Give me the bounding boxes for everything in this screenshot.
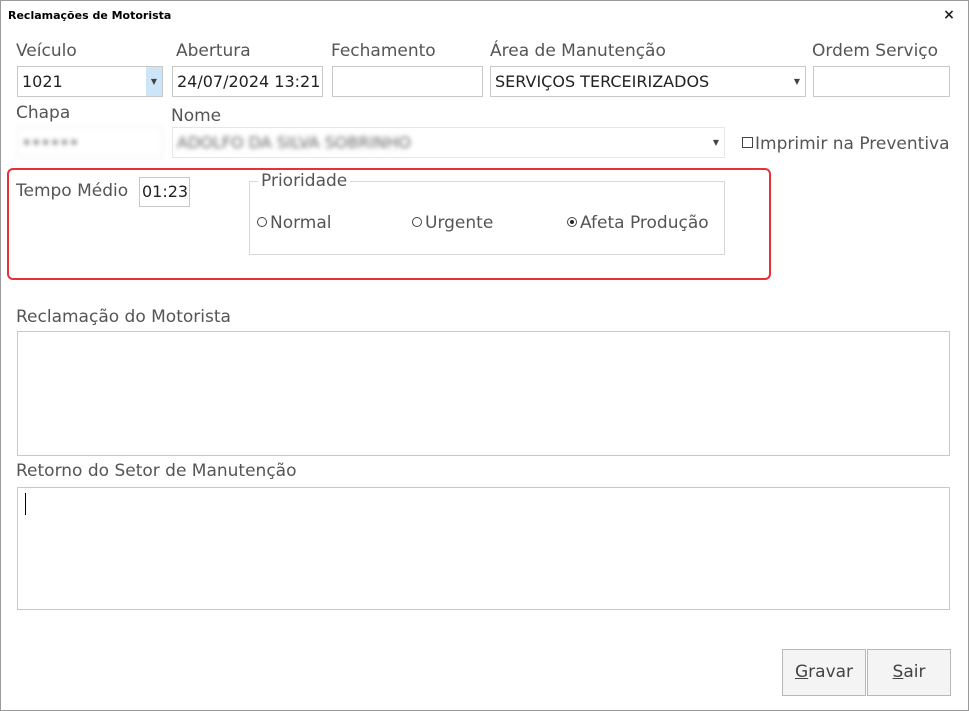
prioridade-label: Prioridade	[258, 171, 351, 191]
area-manutencao-label: Área de Manutenção	[490, 41, 666, 61]
chapa-input[interactable]: ••••••	[17, 127, 163, 158]
ordem-servico-input[interactable]	[813, 66, 950, 97]
retorno-label: Retorno do Setor de Manutenção	[16, 461, 297, 481]
tempo-medio-input[interactable]: 01:23	[139, 177, 190, 207]
chevron-down-icon[interactable]: ▼	[789, 67, 805, 96]
abertura-label: Abertura	[176, 41, 251, 61]
retorno-textarea[interactable]	[17, 487, 950, 610]
sair-button[interactable]: Sair	[867, 649, 951, 696]
sair-label: air	[903, 662, 926, 682]
text-caret	[25, 493, 26, 515]
chevron-down-icon[interactable]: ▼	[146, 67, 162, 96]
imprimir-preventiva-checkbox[interactable]: Imprimir na Preventiva	[742, 134, 950, 154]
sair-mnemonic: S	[892, 662, 904, 682]
gravar-mnemonic: G	[794, 662, 809, 682]
veiculo-combo[interactable]: 1021 ▼	[17, 66, 163, 97]
reclamacoes-dialog: Reclamações de Motorista × Veículo 1021 …	[0, 0, 969, 711]
ordem-servico-label: Ordem Serviço	[812, 41, 939, 61]
area-manutencao-combo[interactable]: SERVIÇOS TERCEIRIZADOS ▼	[490, 66, 806, 97]
checkbox-icon[interactable]	[742, 137, 753, 148]
radio-icon[interactable]	[257, 217, 267, 227]
radio-icon[interactable]	[412, 217, 422, 227]
chapa-label: Chapa	[16, 103, 71, 123]
fechamento-label: Fechamento	[331, 41, 436, 61]
nome-label: Nome	[171, 106, 222, 126]
veiculo-label: Veículo	[16, 41, 77, 61]
radio-selected-icon[interactable]	[567, 217, 577, 227]
abertura-input[interactable]: 24/07/2024 13:21	[172, 66, 323, 97]
reclamacao-textarea[interactable]	[17, 331, 950, 456]
reclamacao-label: Reclamação do Motorista	[16, 307, 231, 327]
radio-afeta-producao-label: Afeta Produção	[580, 213, 709, 233]
title-bar: Reclamações de Motorista ×	[1, 1, 968, 31]
nome-value: ADOLFO DA SILVA SOBRINHO	[177, 133, 411, 152]
nome-combo[interactable]: ADOLFO DA SILVA SOBRINHO ▼	[172, 127, 725, 158]
gravar-button[interactable]: Gravar	[782, 649, 866, 696]
gravar-label: ravar	[808, 662, 854, 682]
radio-afeta-producao[interactable]: Afeta Produção	[567, 213, 709, 233]
radio-urgente-label: Urgente	[425, 213, 494, 233]
tempo-medio-label: Tempo Médio	[16, 181, 129, 201]
area-manutencao-value: SERVIÇOS TERCEIRIZADOS	[495, 72, 710, 91]
fechamento-input[interactable]	[332, 66, 483, 97]
radio-normal-label: Normal	[270, 213, 332, 233]
chevron-down-icon[interactable]: ▼	[708, 128, 724, 157]
radio-urgente[interactable]: Urgente	[412, 213, 493, 233]
window-title: Reclamações de Motorista	[8, 9, 172, 22]
imprimir-preventiva-label: Imprimir na Preventiva	[755, 134, 950, 154]
close-icon[interactable]: ×	[941, 5, 957, 25]
veiculo-value: 1021	[22, 72, 63, 91]
radio-normal[interactable]: Normal	[257, 213, 332, 233]
